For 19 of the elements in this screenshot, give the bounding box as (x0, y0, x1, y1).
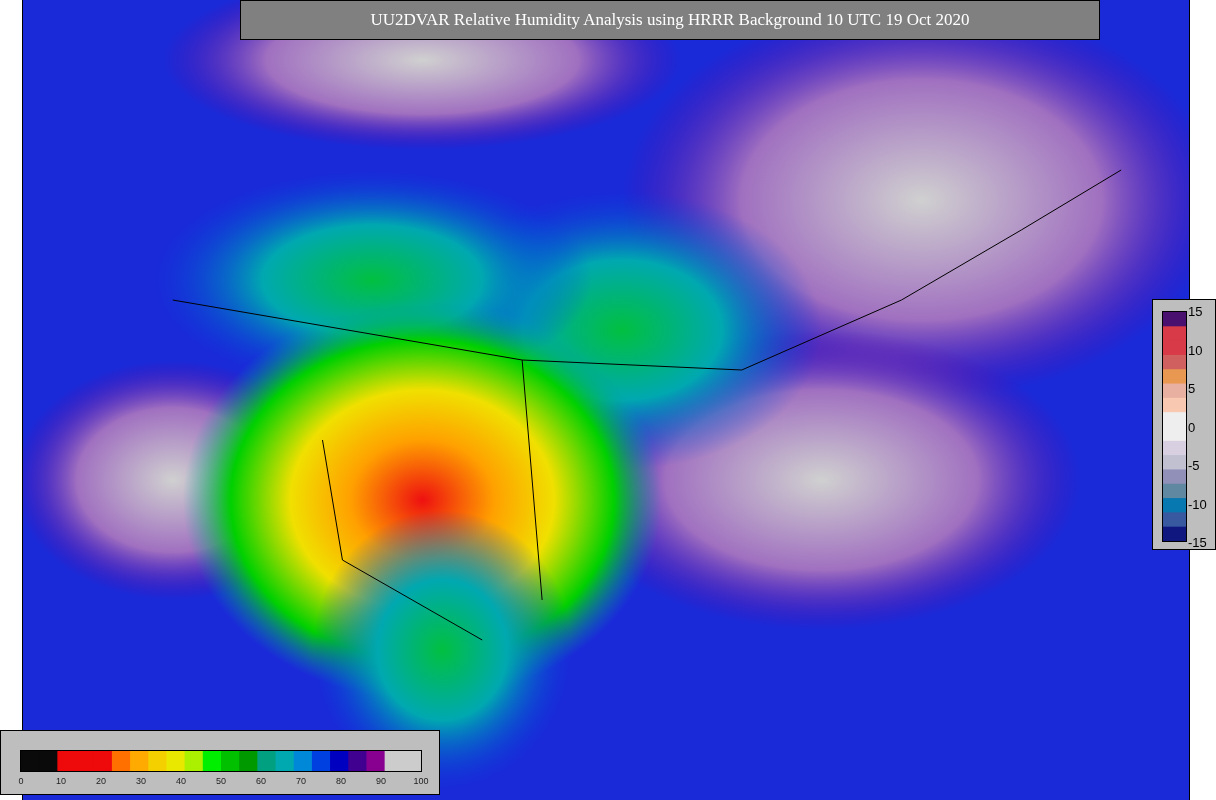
colorbar-tick-label: 40 (176, 775, 186, 788)
colorbar-tick-label: 60 (256, 775, 266, 788)
colorbar-tick-label: 15 (1188, 304, 1203, 318)
colorbar-tick-label: 0 (1188, 420, 1196, 433)
map-title: UU2DVAR Relative Humidity Analysis using HRRR Background 10 UTC 19 Oct 2020 (240, 0, 1100, 40)
colorbar-tick-label: 80 (336, 775, 346, 788)
colorbar-tick-label: 100 (413, 775, 429, 788)
colorbar-tick-label: -10 (1188, 497, 1207, 510)
colorbar-tick-label: 10 (1188, 343, 1203, 356)
colorbar-tick-label: 90 (376, 775, 386, 788)
colorbar-tick-label: 50 (216, 775, 226, 788)
colorbar-tick-label: -15 (1188, 535, 1207, 549)
colorbar-tick-label: 5 (1188, 381, 1196, 395)
colorbar-tick-label: -5 (1188, 458, 1200, 472)
colorbar-tick-label: 30 (136, 775, 146, 788)
colorbar-tick-label: 70 (296, 775, 306, 788)
colorbar-tick-label: 10 (56, 775, 66, 788)
colorbar-tick-label: 0 (18, 775, 24, 788)
colorbar-tick-label: 20 (96, 775, 106, 788)
